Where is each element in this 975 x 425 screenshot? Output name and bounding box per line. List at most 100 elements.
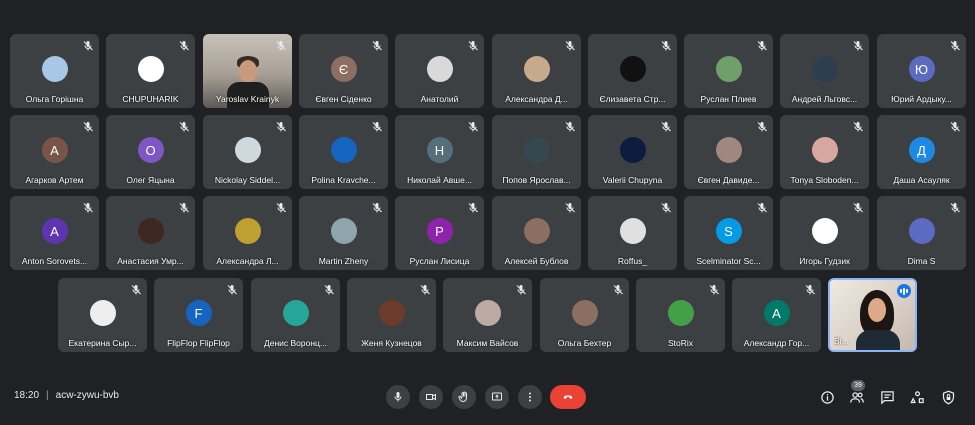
avatar: Є — [330, 56, 357, 82]
meeting-details-button[interactable] — [817, 387, 837, 407]
host-controls-button[interactable] — [938, 387, 958, 407]
avatar — [811, 56, 838, 82]
microphone-button[interactable] — [386, 385, 410, 409]
participant-tile[interactable]: О Олег Яцына — [106, 115, 195, 189]
mic-off-icon — [467, 39, 479, 51]
participant-tile[interactable]: Євген Давиде... — [684, 115, 773, 189]
participant-tile[interactable]: Ольга Бехтер — [540, 278, 629, 352]
avatar — [41, 56, 68, 82]
avatar — [234, 137, 261, 163]
participant-name: FlipFlop FlipFlop — [167, 338, 230, 348]
participant-tile[interactable]: Женя Кузнецов — [347, 278, 436, 352]
avatar — [234, 218, 261, 244]
avatar — [811, 218, 838, 244]
participant-tile[interactable]: Ольга Горішна — [10, 34, 99, 108]
avatar — [378, 300, 405, 326]
participant-tile[interactable]: Александра Л... — [203, 196, 292, 270]
avatar — [715, 137, 742, 163]
participant-tile[interactable]: Игорь Гудзик — [780, 196, 869, 270]
more-options-button[interactable] — [518, 385, 542, 409]
meeting-code[interactable]: acw-zywu-bvb — [56, 390, 119, 401]
meeting-info-divider: | — [46, 390, 49, 401]
raise-hand-button[interactable] — [452, 385, 476, 409]
participant-name: Dima S — [907, 256, 936, 266]
participant-tile[interactable]: Dima S — [877, 196, 966, 270]
mic-off-icon — [660, 39, 672, 51]
participant-tile[interactable]: CHUPUHARIK — [106, 34, 195, 108]
mic-off-icon — [949, 201, 961, 213]
participant-name: Денис Воронц... — [263, 338, 328, 348]
participant-name: Valerii Chupyna — [602, 175, 663, 185]
mic-off-icon — [852, 39, 864, 51]
participant-name: Tonya Sloboden... — [790, 175, 859, 185]
participant-tile[interactable]: Martin Zheny — [299, 196, 388, 270]
mic-off-icon — [756, 39, 768, 51]
participant-tile[interactable]: Максим Вайсов — [443, 278, 532, 352]
camera-button[interactable] — [419, 385, 443, 409]
participant-tile[interactable]: Roffus_ — [588, 196, 677, 270]
participant-tile[interactable]: Алексей Бублов — [492, 196, 581, 270]
participant-tile[interactable]: Н Николай Авше... — [395, 115, 484, 189]
participant-tile[interactable]: Ві... — [828, 278, 917, 352]
avatar — [474, 300, 501, 326]
participant-tile[interactable]: Yaroslav Krainyk — [203, 34, 292, 108]
mic-off-icon — [467, 201, 479, 213]
participant-name: Даша Асауляк — [893, 175, 950, 185]
participant-tile[interactable]: Р Руслан Лисица — [395, 196, 484, 270]
activities-button[interactable] — [907, 387, 927, 407]
participant-tile[interactable]: Денис Воронц... — [251, 278, 340, 352]
participant-tile[interactable]: Є Євген Сіденко — [299, 34, 388, 108]
mic-off-icon — [756, 201, 768, 213]
hangup-icon — [563, 395, 573, 399]
participant-tile[interactable]: A Anton Sorovets... — [10, 196, 99, 270]
participant-name: Nickolay Siddel... — [214, 175, 281, 185]
participant-tile[interactable]: Анастасия Умр... — [106, 196, 195, 270]
participant-name: Юрий Ардыку... — [891, 94, 952, 104]
participant-tile[interactable]: Анатолий — [395, 34, 484, 108]
participant-name: Николай Авше... — [407, 175, 472, 185]
participant-tile[interactable]: Попов Ярослав... — [492, 115, 581, 189]
participant-name: Martin Zheny — [318, 256, 369, 266]
participant-tile[interactable]: Ю Юрий Ардыку... — [877, 34, 966, 108]
participant-tile[interactable]: Єлизавета Стр... — [588, 34, 677, 108]
mic-off-icon — [756, 120, 768, 132]
participant-tile[interactable]: F FlipFlop FlipFlop — [154, 278, 243, 352]
info-icon — [820, 390, 834, 404]
avatar — [811, 137, 838, 163]
participant-name: Єлизавета Стр... — [599, 94, 666, 104]
participant-tile[interactable]: Екатерина Сыр... — [58, 278, 147, 352]
participant-tile[interactable]: Valerii Chupyna — [588, 115, 677, 189]
participant-tile[interactable]: А Александр Гор... — [732, 278, 821, 352]
participant-tile[interactable]: Nickolay Siddel... — [203, 115, 292, 189]
mic-off-icon — [804, 283, 816, 295]
participant-tile[interactable]: S Scelminator Sc... — [684, 196, 773, 270]
mic-off-icon — [852, 201, 864, 213]
mic-off-icon — [515, 283, 527, 295]
participant-tile[interactable]: Руслан Плиев — [684, 34, 773, 108]
participant-tile[interactable]: Polina Kravche... — [299, 115, 388, 189]
participant-tile[interactable]: Д Даша Асауляк — [877, 115, 966, 189]
avatar: Н — [426, 137, 453, 163]
participant-name: Ві... — [834, 336, 849, 346]
mic-off-icon — [467, 120, 479, 132]
participant-tile[interactable]: А Агарков Артем — [10, 115, 99, 189]
mic-off-icon — [178, 201, 190, 213]
participant-name: Максим Вайсов — [456, 338, 519, 348]
participant-video-head — [239, 60, 257, 82]
mic-off-icon — [708, 283, 720, 295]
avatar — [571, 300, 598, 326]
mic-off-icon — [419, 283, 431, 295]
avatar — [282, 300, 309, 326]
mic-off-icon — [371, 39, 383, 51]
avatar: А — [763, 300, 790, 326]
participant-name: Андрей Льговс... — [791, 94, 858, 104]
leave-call-button[interactable] — [550, 385, 586, 409]
participant-tile[interactable]: StoRix — [636, 278, 725, 352]
avatar — [523, 56, 550, 82]
present-button[interactable] — [485, 385, 509, 409]
participant-tile[interactable]: Андрей Льговс... — [780, 34, 869, 108]
participant-tile[interactable]: Tonya Sloboden... — [780, 115, 869, 189]
participant-name: Scelminator Sc... — [696, 256, 761, 266]
participant-tile[interactable]: Александра Д... — [492, 34, 581, 108]
chat-button[interactable] — [877, 387, 897, 407]
